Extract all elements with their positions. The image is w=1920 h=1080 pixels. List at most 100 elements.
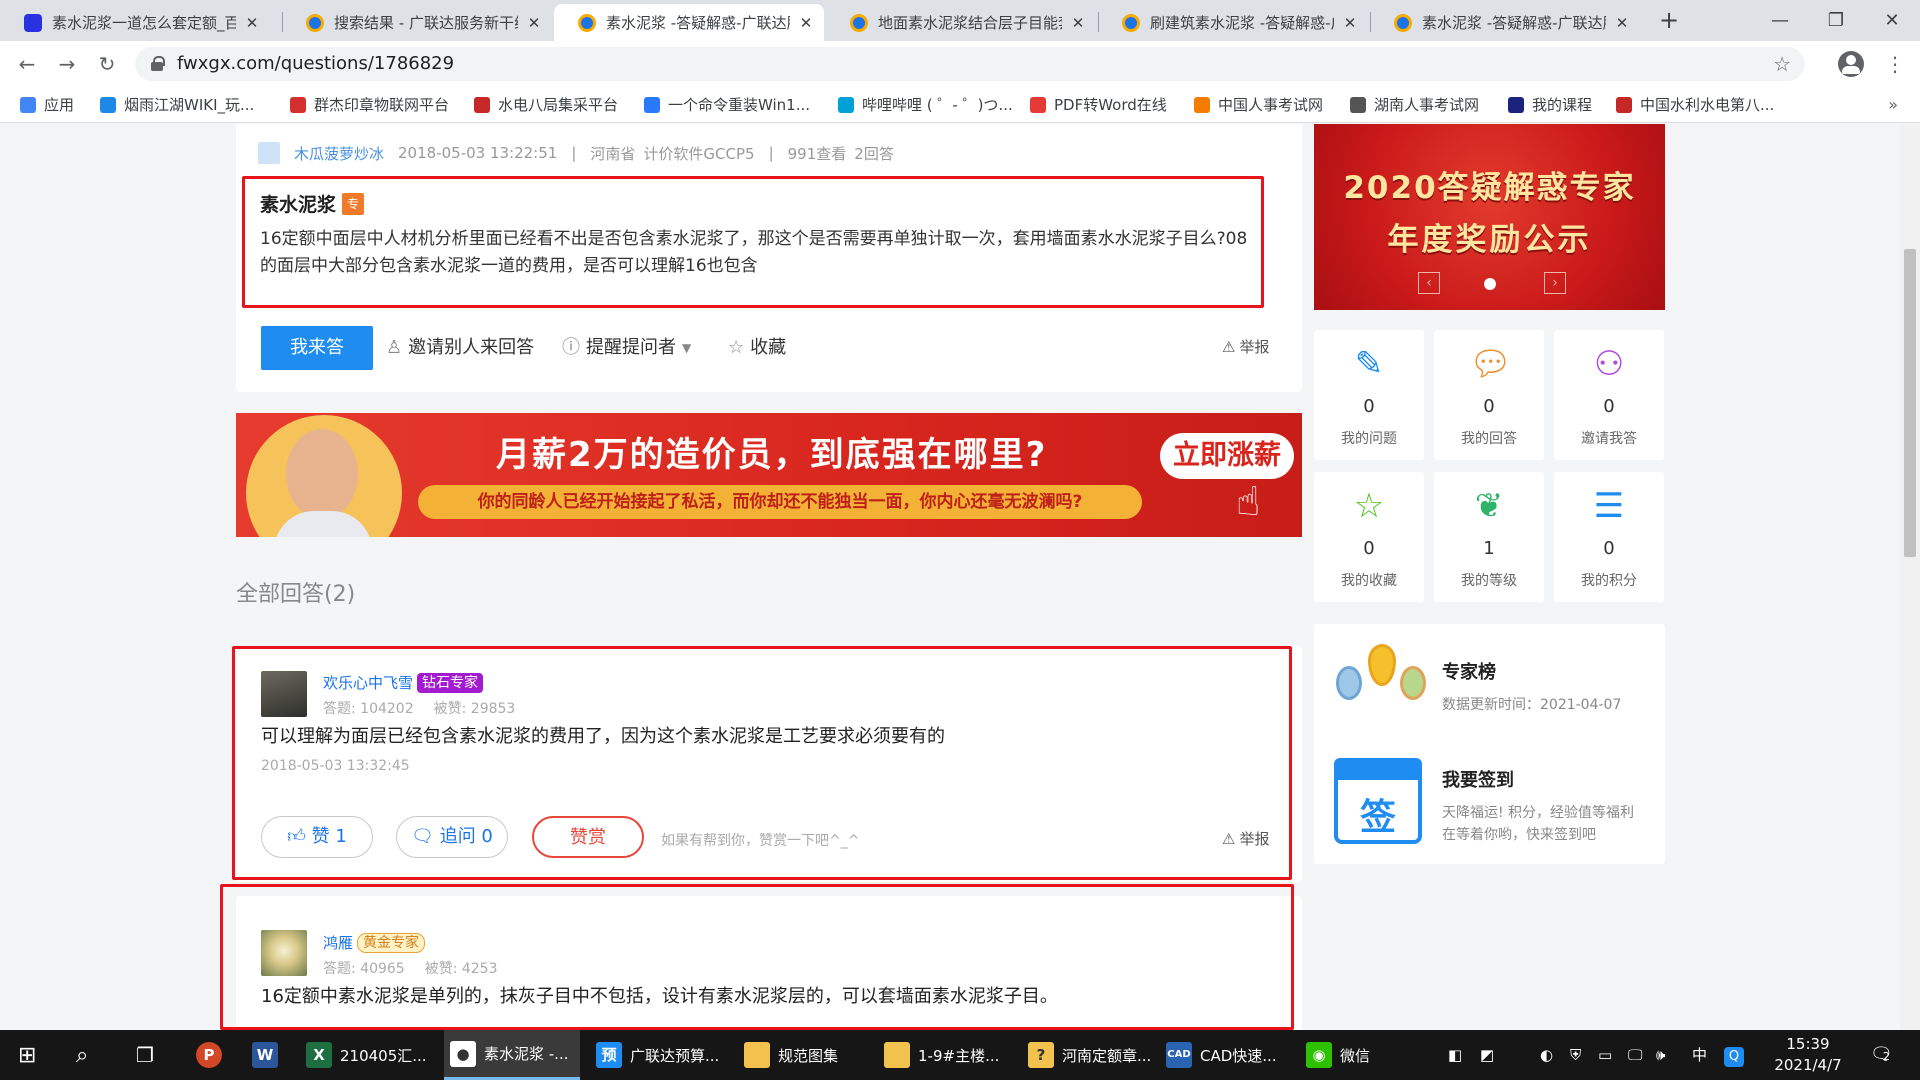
bookmark-item[interactable]: 一个命令重装Win1... — [644, 87, 810, 123]
glodon-favicon-icon — [1122, 13, 1140, 32]
taskbar-app-icon: 预 — [596, 1042, 622, 1068]
bookmark-item[interactable]: 湖南人事考试网 — [1350, 87, 1479, 123]
tray-volume-icon[interactable]: 🕪︎ — [1656, 1030, 1665, 1080]
question-location: 河南省 — [590, 144, 636, 163]
invite-button[interactable]: ♙ 邀请别人来回答 — [386, 326, 534, 370]
checkin-desc: 天降福运! 积分，经验值等福利在等着你哟，快来签到吧 — [1442, 805, 1635, 843]
address-bar[interactable]: fwxgx.com/questions/1786829 ☆ — [135, 47, 1805, 81]
glodon-favicon-icon — [578, 13, 596, 32]
window-close-icon[interactable]: ✕ — [1864, 0, 1920, 41]
browser-tab[interactable]: 地面素水泥浆结合层子目能套 ✕ — [826, 4, 1096, 41]
tray-app-icon[interactable]: ◧ — [1448, 1030, 1462, 1080]
bookmark-item[interactable]: 我的课程 — [1508, 87, 1592, 123]
carousel-dot[interactable] — [1484, 278, 1496, 290]
user-stat-tile[interactable]: ❦ 1 我的等级 — [1434, 472, 1544, 602]
pointer-hand-icon: ☝ — [1236, 479, 1261, 525]
bookmark-item[interactable]: 水电八局集采平台 — [474, 87, 618, 123]
user-stat-tile[interactable]: ⚇ 0 邀请我答 — [1554, 330, 1664, 460]
salary-banner-ad[interactable]: 月薪2万的造价员，到底强在哪里? 你的同龄人已经开始接起了私活，而你却还不能独当… — [236, 413, 1302, 537]
tab-close-icon[interactable]: ✕ — [244, 14, 260, 32]
profile-avatar-icon[interactable] — [1838, 51, 1864, 77]
browser-tab[interactable]: 刷建筑素水泥浆 -答疑解惑-广 ✕ — [1098, 4, 1368, 41]
taskbar-app[interactable]: X 210405汇... — [300, 1030, 436, 1080]
taskbar-app[interactable]: ● 素水泥浆 -... — [444, 1030, 580, 1080]
windows-start-icon[interactable]: ⊞ — [18, 1030, 36, 1080]
collect-button[interactable]: ☆ 收藏 — [728, 326, 786, 370]
browser-tab[interactable]: 素水泥浆一道怎么套定额_百度 ✕ — [0, 4, 270, 41]
taskbar-app[interactable]: ◉ 微信 — [1300, 1030, 1400, 1080]
banner-cta-button[interactable]: 立即涨薪 — [1160, 433, 1294, 479]
tray-qq-icon[interactable]: Q — [1724, 1030, 1744, 1080]
taskbar-app[interactable]: 预广联达预算... — [590, 1030, 730, 1080]
tab-close-icon[interactable]: ✕ — [1614, 14, 1630, 32]
tray-antivirus-icon[interactable]: ◐ — [1540, 1030, 1553, 1080]
remind-button[interactable]: ⓘ 提醒提问者 ▼ — [562, 326, 691, 370]
bookmark-item[interactable]: 中国水利水电第八... — [1616, 87, 1774, 123]
browser-tab[interactable]: 素水泥浆 -答疑解惑-广联达服 ✕ — [1370, 4, 1640, 41]
presenter-photo — [246, 415, 402, 537]
highlight-box — [242, 176, 1264, 308]
bookmark-item[interactable]: 群杰印章物联网平台 — [290, 87, 449, 123]
stat-value: 0 — [1363, 538, 1375, 559]
browser-tab[interactable]: 搜索结果 - 广联达服务新干线 ✕ — [282, 4, 552, 41]
checkin-card[interactable]: 签 我要签到 天降福运! 积分，经验值等福利在等着你哟，快来签到吧 — [1314, 740, 1665, 864]
browser-tab-active[interactable]: 素水泥浆 -答疑解惑-广联达服务 ✕ — [554, 4, 824, 41]
notification-center-icon[interactable]: 🗨︎2 — [1870, 1030, 1893, 1080]
powerpoint-icon[interactable]: P — [196, 1030, 222, 1080]
tray-battery-icon[interactable]: ▭ — [1598, 1030, 1612, 1080]
expert-ranking-date: 数据更新时间：2021-04-07 — [1442, 697, 1622, 713]
minimize-icon[interactable]: — — [1752, 0, 1808, 41]
tab-close-icon[interactable]: ✕ — [526, 14, 542, 32]
ime-indicator[interactable]: 中 — [1692, 1030, 1707, 1080]
carousel-prev-icon[interactable]: ‹ — [1418, 272, 1440, 294]
back-icon[interactable]: ← — [12, 49, 42, 79]
forward-icon[interactable]: → — [52, 49, 82, 79]
taskbar-app[interactable]: 规范图集 — [738, 1030, 868, 1080]
tab-title: 素水泥浆一道怎么套定额_百度 — [52, 14, 236, 32]
tab-title: 素水泥浆 -答疑解惑-广联达服 — [1422, 14, 1606, 32]
report-button[interactable]: ⚠ 举报 — [1222, 336, 1269, 357]
page-content: 木瓜菠萝炒冰 2018-05-03 13:22:51 | 河南省 计价软件GCC… — [0, 124, 1900, 1030]
tab-close-icon[interactable]: ✕ — [1070, 14, 1086, 32]
expert-award-banner[interactable]: 2020答疑解惑专家 年度奖励公示 ‹ › — [1314, 124, 1665, 310]
carousel-next-icon[interactable]: › — [1544, 272, 1566, 294]
bookmark-star-icon[interactable]: ☆ — [1773, 47, 1791, 81]
bookmark-item[interactable]: 中国人事考试网 — [1194, 87, 1323, 123]
bookmark-item[interactable]: 应用 — [20, 87, 74, 123]
answer-button[interactable]: 我来答 — [261, 326, 373, 370]
user-stat-tile[interactable]: ✎ 0 我的问题 — [1314, 330, 1424, 460]
tab-close-icon[interactable]: ✕ — [1342, 14, 1358, 32]
reload-icon[interactable]: ↻ — [92, 49, 122, 79]
taskbar-app[interactable]: 1-9#主楼... — [878, 1030, 1008, 1080]
star-icon: ☆ — [728, 337, 745, 358]
restore-icon[interactable]: ❐ — [1808, 0, 1864, 41]
new-tab-icon[interactable]: + — [1655, 6, 1683, 34]
bookmarks-overflow-icon[interactable]: » — [1888, 87, 1898, 123]
asker-name[interactable]: 木瓜菠萝炒冰 — [294, 143, 384, 164]
user-stat-tile[interactable]: ☆ 0 我的收藏 — [1314, 472, 1424, 602]
browser-menu-icon[interactable]: ⋮ — [1885, 49, 1905, 79]
bookmark-item[interactable]: 哔哩哔哩 ( ゜- ゜)つ... — [838, 87, 1013, 123]
taskbar-app[interactable]: CAD CAD快速... — [1160, 1030, 1290, 1080]
user-stat-tile[interactable]: ☰ 0 我的积分 — [1554, 472, 1664, 602]
taskbar-app[interactable]: ? 河南定额章... — [1022, 1030, 1152, 1080]
expert-ranking-card[interactable]: 专家榜 数据更新时间：2021-04-07 — [1314, 624, 1665, 758]
tab-close-icon[interactable]: ✕ — [798, 14, 814, 32]
page-scrollbar[interactable] — [1900, 124, 1920, 1030]
taskbar-app-label: 素水泥浆 -... — [484, 1045, 569, 1063]
word-icon[interactable]: W — [252, 1030, 278, 1080]
tray-shield-icon[interactable]: ⛨ — [1570, 1030, 1581, 1080]
tray-app-icon[interactable]: ◩ — [1480, 1030, 1494, 1080]
tab-title: 地面素水泥浆结合层子目能套 — [878, 14, 1062, 32]
system-clock[interactable]: 15:39 2021/4/7 — [1768, 1034, 1848, 1076]
notification-count: 2 — [1882, 1050, 1890, 1063]
user-stat-tile[interactable]: 💬︎ 0 我的回答 — [1434, 330, 1544, 460]
asker-avatar[interactable] — [258, 142, 280, 164]
tray-network-icon[interactable]: 🖵︎ — [1628, 1030, 1642, 1080]
bookmark-item[interactable]: 烟雨江湖WIKI_玩... — [100, 87, 254, 123]
scrollbar-thumb[interactable] — [1904, 249, 1916, 557]
search-icon[interactable]: ⌕ — [76, 1030, 88, 1080]
bookmark-item[interactable]: PDF转Word在线 — [1030, 87, 1167, 123]
url-text[interactable]: fwxgx.com/questions/1786829 — [177, 47, 454, 81]
task-view-icon[interactable]: ❐ — [136, 1030, 154, 1080]
